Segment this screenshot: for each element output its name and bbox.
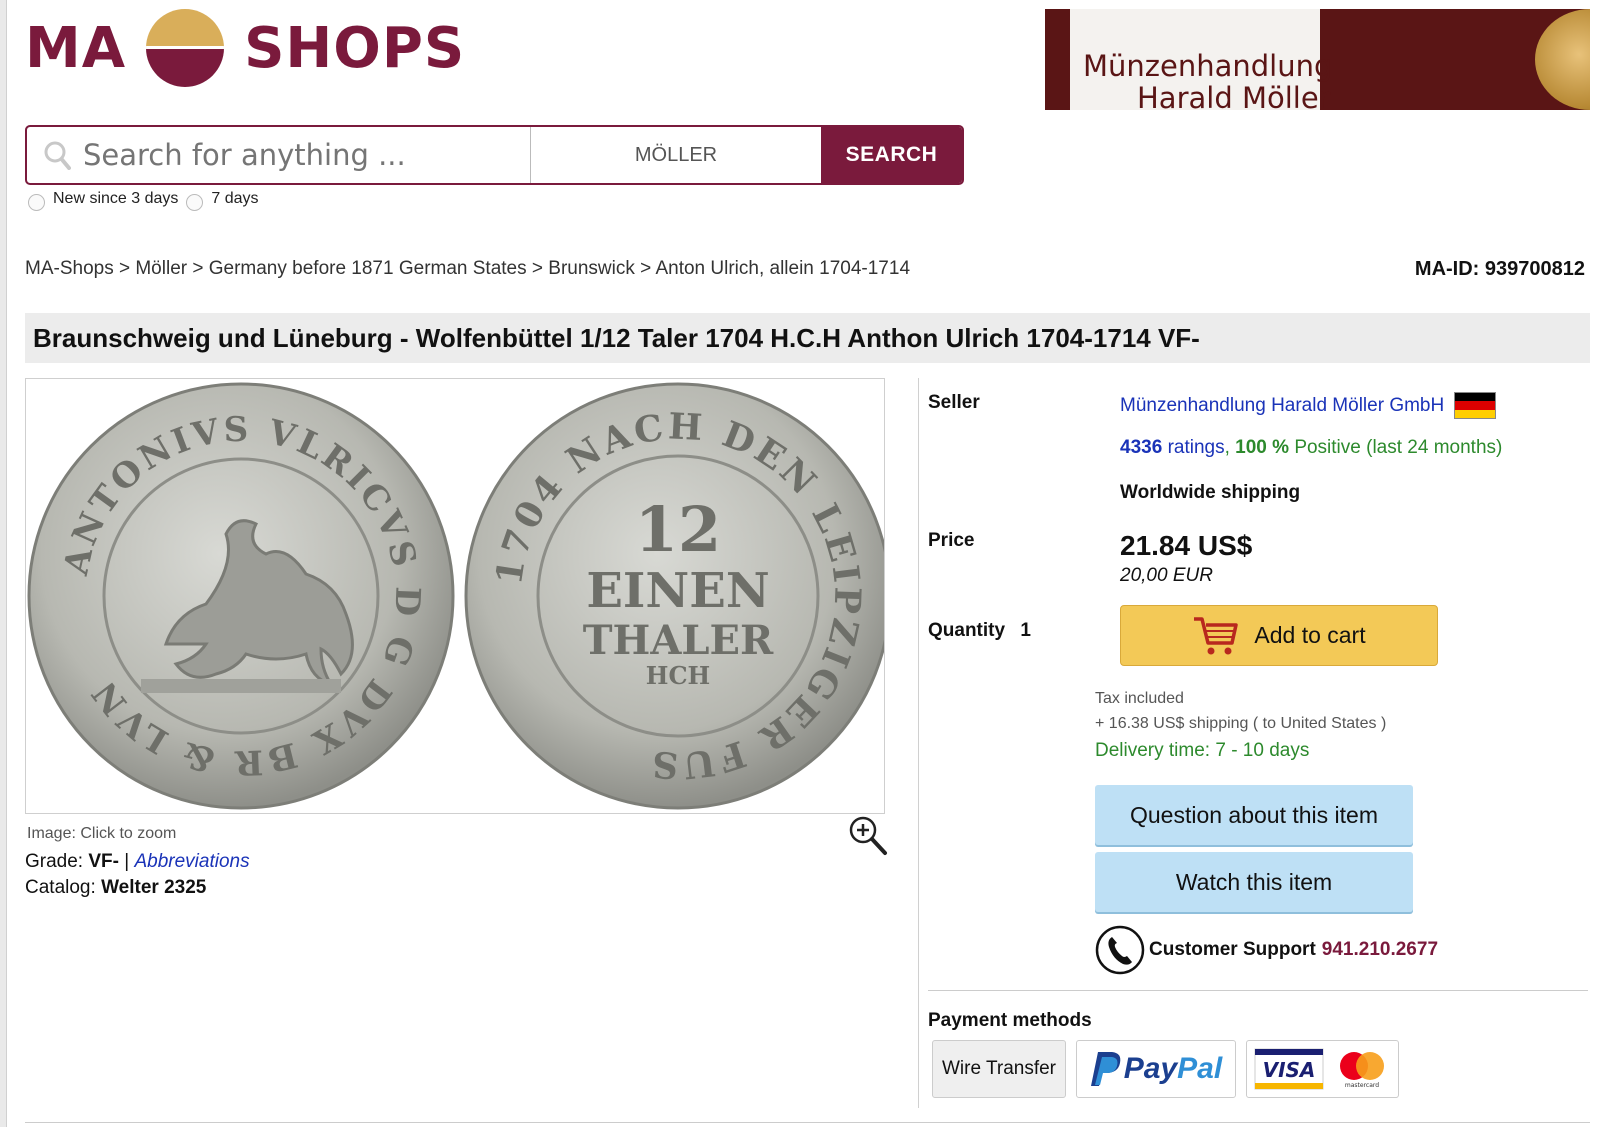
- support-phone[interactable]: 941.210.2677: [1322, 939, 1438, 961]
- banner-line-1: Münzenhandlung: [1083, 49, 1333, 83]
- support-label: Customer Support: [1149, 939, 1316, 960]
- catalog-line: Catalog: Welter 2325: [25, 877, 206, 899]
- browser-edge: [0, 0, 7, 1127]
- coin-reverse: 1704 NACH DEN LEIPZIGER FUS 12 EINEN THA…: [464, 382, 884, 810]
- ratings-word[interactable]: ratings: [1168, 437, 1225, 458]
- bottom-divider: [25, 1122, 1590, 1123]
- shipping-cost: + 16.38 US$ shipping ( to United States …: [1095, 715, 1387, 732]
- shopping-cart-icon: [1194, 616, 1239, 654]
- grade-label: Grade:: [25, 851, 84, 872]
- radio-new-3-days[interactable]: [28, 194, 45, 211]
- ma-shops-logo[interactable]: MA SHOPS: [25, 8, 465, 88]
- visa-icon: VISA: [1254, 1048, 1323, 1090]
- banner-line-2: Harald Möller: [1137, 81, 1331, 110]
- paypal-icon: [1090, 1052, 1121, 1086]
- reverse-mint: HCH: [646, 661, 710, 690]
- reverse-value: 12: [635, 493, 721, 566]
- quantity-label: Quantity: [928, 620, 1006, 641]
- watch-button[interactable]: Watch this item: [1095, 852, 1413, 912]
- catalog-value: Welter 2325: [101, 877, 207, 898]
- customer-support: Customer Support 941.210.2677: [1095, 925, 1438, 975]
- delivery-time: Delivery time: 7 - 10 days: [1095, 740, 1310, 761]
- radio-7-days[interactable]: [186, 194, 204, 211]
- radio-label-3-days: New since 3 days: [53, 190, 179, 207]
- recency-filter: New since 3 days 7 days: [28, 187, 259, 211]
- item-title: Braunschweig und Lüneburg - Wolfenbüttel…: [25, 313, 1590, 363]
- coin-obverse: ANTONIVS VLRICVS D G DVX BR & LVN: [27, 382, 455, 810]
- ma-id: MA-ID: 939700812: [1414, 258, 1585, 280]
- question-button[interactable]: Question about this item: [1095, 785, 1413, 845]
- image-caption: Image: Click to zoom: [27, 825, 177, 842]
- quantity-value: 1: [1020, 620, 1031, 641]
- positive-percent: 100 %: [1235, 437, 1290, 458]
- worldwide-shipping: Worldwide shipping: [1120, 482, 1301, 503]
- logo-circle-icon: [146, 9, 225, 87]
- grade-value: VF-: [88, 851, 119, 872]
- seller-name-row[interactable]: Münzenhandlung Harald Möller GmbH: [1120, 392, 1497, 419]
- add-to-cart-label: Add to cart: [1254, 622, 1366, 648]
- search-button[interactable]: SEARCH: [821, 127, 962, 183]
- search-input[interactable]: [83, 138, 523, 172]
- mastercard-text: mastercard: [1344, 1082, 1378, 1089]
- grade-line: Grade: VF- | Abbreviations: [25, 851, 250, 873]
- price-usd: 21.84 US$: [1120, 530, 1253, 561]
- breadcrumb[interactable]: MA-Shops > Möller > Germany before 1871 …: [25, 258, 910, 280]
- price-eur: 20,00 EUR: [1120, 565, 1213, 586]
- item-image[interactable]: ANTONIVS VLRICVS D G DVX BR & LVN 1704 N…: [25, 378, 885, 814]
- positive-text: Positive (last 24 months): [1294, 437, 1503, 458]
- search-field[interactable]: [27, 127, 531, 183]
- paypal-text-pal: Pal: [1177, 1052, 1223, 1085]
- payment-methods-label: Payment methods: [928, 1010, 1092, 1031]
- ratings-count[interactable]: 4336: [1120, 437, 1162, 458]
- card-badges: VISA mastercard: [1246, 1040, 1399, 1098]
- catalog-label: Catalog:: [25, 877, 96, 898]
- zoom-in-icon[interactable]: [848, 815, 888, 857]
- logo-text-shops: SHOPS: [244, 15, 466, 81]
- reverse-thaler: THALER: [583, 617, 774, 664]
- seller-ratings[interactable]: 4336 ratings, 100 % Positive (last 24 mo…: [1120, 437, 1502, 459]
- column-divider: [918, 378, 919, 1108]
- quantity-row: Quantity 1: [928, 620, 1031, 642]
- paypal-text-pay: Pay: [1123, 1052, 1178, 1085]
- seller-name-link[interactable]: Münzenhandlung Harald Möller GmbH: [1120, 395, 1444, 417]
- tax-note: Tax included: [1095, 690, 1184, 707]
- mastercard-icon: mastercard: [1339, 1052, 1384, 1089]
- abbreviations-link[interactable]: Abbreviations: [134, 851, 249, 872]
- price-label: Price: [928, 530, 975, 551]
- add-to-cart-button[interactable]: Add to cart: [1120, 605, 1438, 666]
- visa-text: VISA: [1262, 1058, 1315, 1082]
- dealer-banner[interactable]: Münzenhandlung Harald Möller: [1045, 9, 1590, 110]
- logo-text-ma: MA: [25, 15, 127, 81]
- grade-separator: |: [124, 851, 130, 872]
- phone-icon: [1095, 925, 1145, 975]
- search-icon: [44, 141, 71, 170]
- reverse-einen: EINEN: [586, 563, 769, 619]
- search-bar: MÖLLER SEARCH: [25, 125, 964, 185]
- germany-flag-icon: [1454, 392, 1497, 419]
- seller-label: Seller: [928, 392, 980, 413]
- radio-label-7-days: 7 days: [211, 190, 259, 207]
- gold-coin-icon: [1535, 9, 1590, 110]
- search-scope[interactable]: MÖLLER: [531, 127, 821, 183]
- item-title-text: Braunschweig und Lüneburg - Wolfenbüttel…: [33, 322, 1200, 353]
- paypal-badge: PayPal: [1076, 1040, 1236, 1098]
- divider: [928, 990, 1588, 991]
- wire-transfer-badge: Wire Transfer: [932, 1040, 1066, 1098]
